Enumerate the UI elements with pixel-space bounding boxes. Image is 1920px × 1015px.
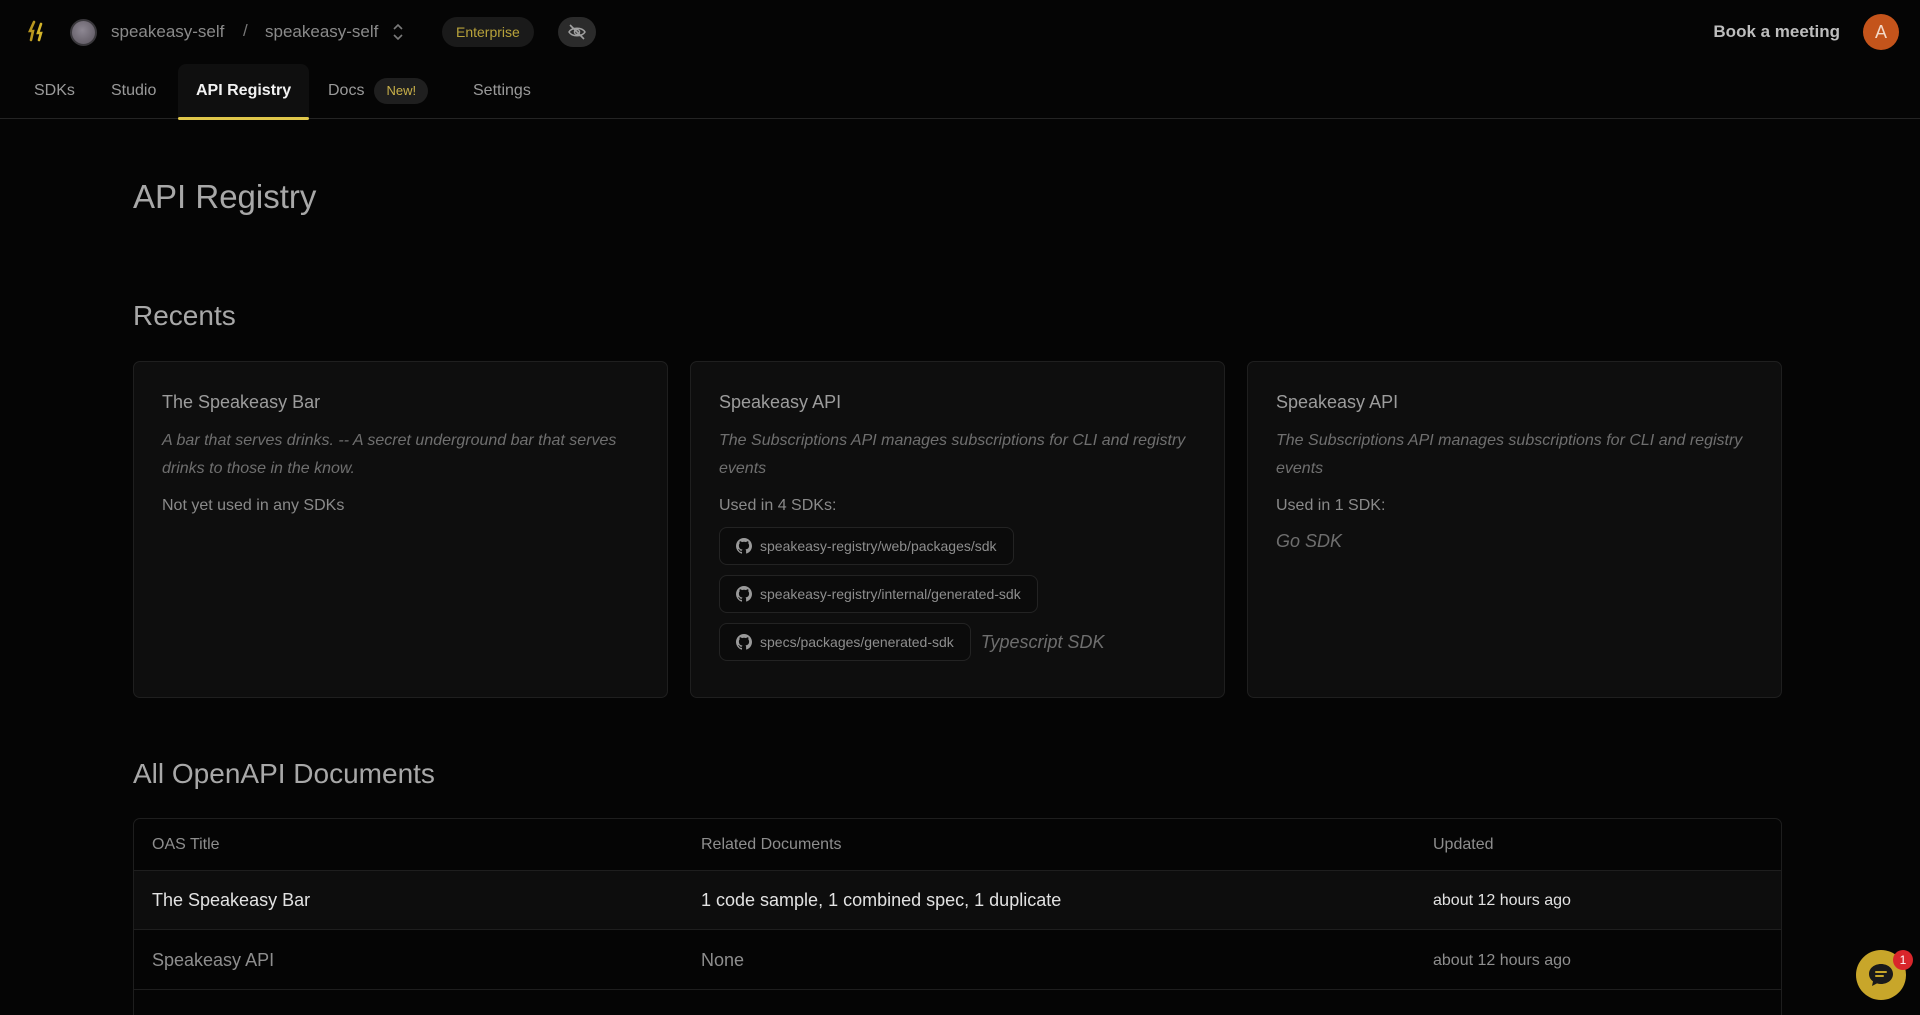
recent-card[interactable]: The Speakeasy Bar A bar that serves drin… [133, 361, 668, 698]
table-row[interactable]: The Speakeasy Bar 1 code sample, 1 combi… [134, 871, 1781, 930]
chevron-up-down-icon[interactable] [391, 22, 405, 42]
speakeasy-logo-icon[interactable] [28, 20, 48, 42]
card-description: A bar that serves drinks. -- A secret un… [162, 432, 617, 477]
card-title: Speakeasy API [1276, 392, 1399, 412]
org-name[interactable]: speakeasy-self [111, 22, 224, 42]
sdk-label: Go SDK [1276, 531, 1343, 551]
card-usage: Used in 4 SDKs: [719, 497, 837, 514]
repo-path: speakeasy-registry/internal/generated-sd… [760, 586, 1021, 602]
org-avatar[interactable] [70, 19, 97, 46]
chat-unread-badge: 1 [1893, 950, 1913, 970]
new-badge: New! [374, 77, 429, 104]
tab-api-registry[interactable]: API Registry [178, 64, 310, 120]
user-avatar[interactable]: A [1863, 14, 1899, 50]
project-name[interactable]: speakeasy-self [265, 22, 378, 42]
breadcrumb-separator: / [243, 21, 248, 40]
plan-badge: Enterprise [442, 17, 534, 47]
tab-settings[interactable]: Settings [473, 64, 531, 119]
eye-off-icon [568, 24, 586, 40]
repo-chip[interactable]: specs/packages/generated-sdk [719, 623, 971, 661]
table-header: OAS Title Related Documents Updated [134, 819, 1781, 871]
card-title: Speakeasy API [719, 392, 842, 412]
github-icon [736, 634, 752, 650]
github-icon [736, 538, 752, 554]
card-description: The Subscriptions API manages subscripti… [719, 432, 1186, 477]
recent-card[interactable]: Speakeasy API The Subscriptions API mana… [690, 361, 1225, 698]
cell-title: Speakeasy API [152, 950, 275, 970]
documents-table: OAS Title Related Documents Updated The … [133, 818, 1782, 1015]
sdk-label: Typescript SDK [980, 631, 1105, 652]
cell-title: The Speakeasy Bar [152, 890, 311, 910]
recent-card[interactable]: Speakeasy API The Subscriptions API mana… [1247, 361, 1782, 698]
card-usage: Not yet used in any SDKs [162, 497, 345, 514]
column-header-related[interactable]: Related Documents [701, 836, 842, 854]
card-title: The Speakeasy Bar [162, 392, 321, 412]
column-header-title[interactable]: OAS Title [152, 836, 220, 854]
repo-path: speakeasy-registry/web/packages/sdk [760, 538, 997, 554]
github-icon [736, 586, 752, 602]
repo-chip[interactable]: speakeasy-registry/web/packages/sdk [719, 527, 1014, 565]
tab-docs[interactable]: Docs New! [328, 64, 429, 119]
repo-path: specs/packages/generated-sdk [760, 634, 954, 650]
cell-updated: about 12 hours ago [1433, 952, 1571, 969]
top-bar: speakeasy-self / speakeasy-self Enterpri… [0, 0, 1920, 64]
recents-title: Recents [133, 300, 236, 331]
cell-related: None [701, 950, 745, 970]
visibility-toggle[interactable] [558, 17, 596, 47]
tab-sdks[interactable]: SDKs [34, 64, 75, 119]
tab-studio[interactable]: Studio [111, 64, 156, 119]
main-tabs: SDKs Studio API Registry Docs New! Settin… [0, 64, 1920, 120]
table-row[interactable]: Speakeasy API None about 12 hours ago [134, 931, 1781, 990]
column-header-updated[interactable]: Updated [1433, 836, 1494, 854]
book-meeting-link[interactable]: Book a meeting [1713, 22, 1840, 42]
card-description: The Subscriptions API manages subscripti… [1276, 432, 1743, 477]
cell-updated: about 12 hours ago [1433, 892, 1571, 909]
repo-chip[interactable]: speakeasy-registry/internal/generated-sd… [719, 575, 1038, 613]
chat-icon [1869, 964, 1893, 986]
cell-related: 1 code sample, 1 combined spec, 1 duplic… [701, 890, 1062, 910]
page-title: API Registry [133, 178, 317, 215]
card-usage: Used in 1 SDK: [1276, 497, 1386, 514]
tab-docs-label: Docs [328, 82, 365, 99]
documents-title: All OpenAPI Documents [133, 758, 435, 789]
